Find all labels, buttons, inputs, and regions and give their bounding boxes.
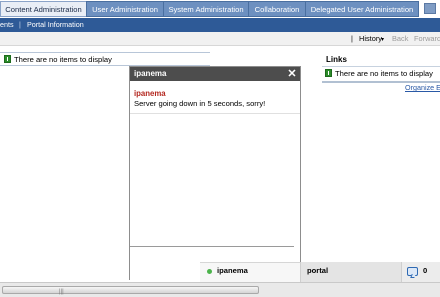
subnav-separator: | [19,20,21,29]
portal-status-label: portal [307,266,329,275]
conversation-count: 0 [423,266,428,275]
chat-window-title: ipanema [134,69,167,78]
chat-window: ipanema ✕ ipanema Server going down in 5… [129,66,301,280]
links-portlet-title: Links [326,55,347,64]
close-icon[interactable]: ✕ [287,69,297,80]
tab-content-administration[interactable]: Content Administration [0,1,87,17]
scrollbar-grip-icon: ||| [59,289,64,295]
sub-navigation: ents | Portal Information [0,18,440,32]
tab-system-administration[interactable]: System Administration [163,1,249,17]
info-icon [325,69,332,77]
links-portlet-empty-text: There are no items to display [335,69,433,78]
tab-overflow[interactable] [420,1,440,17]
message-text: Server going down in 5 seconds, sorry! [134,99,266,108]
history-button[interactable]: History [359,32,382,45]
subnav-item-partial[interactable]: ents [0,18,14,32]
chat-window-header[interactable]: ipanema ✕ [130,67,300,81]
subnav-item-portal-information[interactable]: Portal Information [27,18,84,32]
info-icon [4,55,11,63]
chat-bar-user-tab[interactable]: ipanema [217,266,248,275]
left-portlet-empty-text: There are no items to display [14,55,112,64]
message-sender: ipanema [134,89,166,98]
back-button[interactable]: Back [392,32,408,45]
history-dropdown-icon[interactable]: ▾ [381,34,384,47]
organize-link[interactable]: Organize E [405,83,440,92]
chat-bubble-icon [407,267,418,276]
message-divider [130,113,300,114]
forward-button[interactable]: Forward [414,32,440,45]
tab-delegated-user-administration[interactable]: Delegated User Administration [305,1,419,17]
scrollbar-thumb[interactable]: ||| [2,286,259,295]
history-separator: | [351,34,353,43]
history-bar: | History ▾ Back Forward [0,32,440,46]
online-status-icon [207,269,212,274]
tab-collaboration[interactable]: Collaboration [248,1,306,17]
horizontal-scrollbar[interactable]: ||| [0,282,440,297]
top-navigation: Content Administration User Administrati… [0,0,440,18]
tab-user-administration[interactable]: User Administration [86,1,164,17]
tab-overflow-icon [424,3,436,14]
